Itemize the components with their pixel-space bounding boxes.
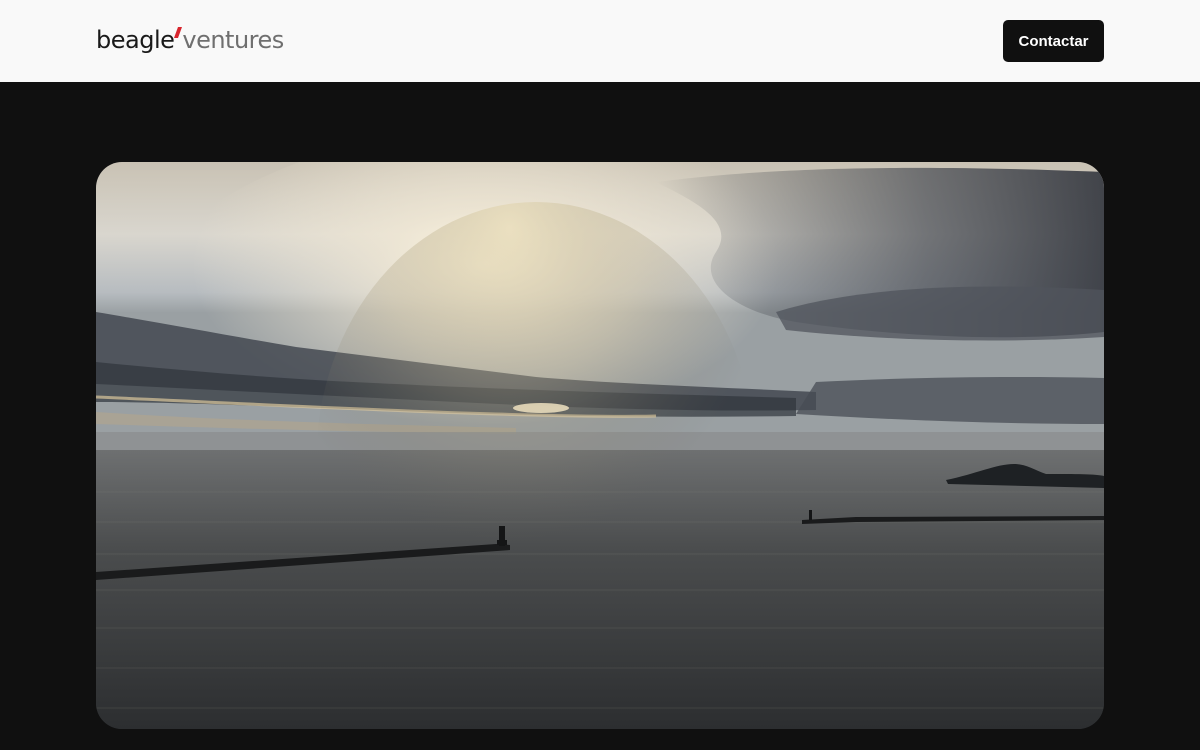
site-header: beagle ventures Contactar <box>0 0 1200 82</box>
logo-text-beagle: beagle <box>96 26 175 54</box>
brand-logo[interactable]: beagle ventures <box>96 22 284 58</box>
hero-media <box>96 162 1104 729</box>
sunset-lake-image <box>96 162 1104 729</box>
logo-text-ventures: ventures <box>182 26 284 54</box>
logo-accent-mark <box>174 27 183 38</box>
contact-button[interactable]: Contactar <box>1003 20 1104 62</box>
